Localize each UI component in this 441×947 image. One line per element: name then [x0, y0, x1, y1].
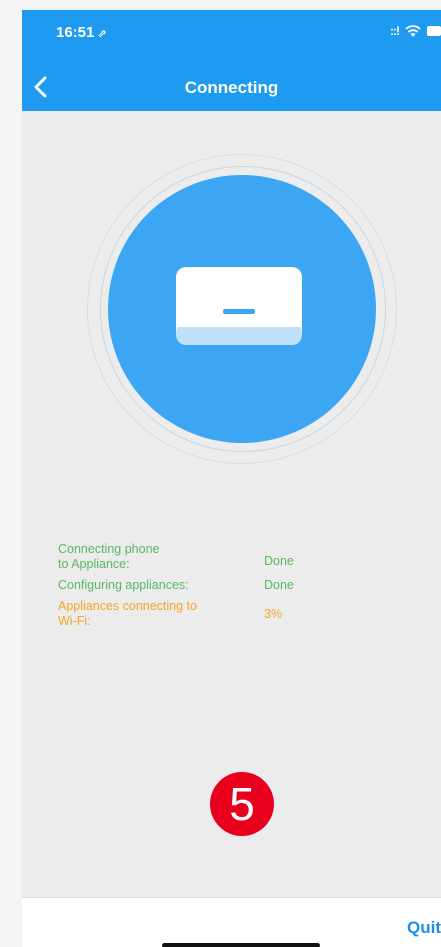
page-title: Connecting — [184, 78, 279, 97]
step-number-badge: 5 — [210, 772, 274, 836]
clock: 16:51 — [56, 24, 95, 41]
location-arrow-icon: ⇗ — [97, 28, 107, 40]
status-label: Configuring appliances: — [58, 578, 189, 592]
status-label-line: to Appliance: — [58, 557, 130, 571]
outer-frame-top — [0, 0, 441, 10]
connection-status-list: Connecting phone to Appliance: Done Conf… — [58, 542, 418, 635]
status-label: Appliances connecting to Wi-Fi: — [58, 599, 248, 629]
status-row-phone: Connecting phone to Appliance: Done — [58, 542, 418, 572]
phone-screen: 16:51⇗ ::! Connecting Connecting phone — [22, 10, 441, 947]
home-indicator[interactable] — [162, 943, 320, 947]
status-value: Done — [264, 578, 294, 592]
air-conditioner-icon — [176, 267, 302, 345]
battery-icon — [427, 26, 441, 36]
header-bar: 16:51 ⇗ ::! Connecting — [22, 10, 441, 111]
wifi-icon — [405, 25, 421, 37]
status-icons: ::! — [390, 24, 441, 38]
signal-icon: ::! — [390, 24, 400, 38]
status-value: Done — [264, 554, 294, 568]
status-label: Connecting phone to Appliance: — [58, 542, 248, 572]
status-label-line: Appliances connecting to — [58, 599, 197, 613]
status-label-line: Connecting phone — [58, 542, 160, 556]
outer-frame-left — [0, 0, 22, 947]
status-time: 16:51 ⇗ — [56, 24, 107, 41]
quit-button[interactable]: Quit — [407, 918, 441, 938]
status-label-line: Wi-Fi: — [58, 614, 91, 628]
bottom-bar: Quit — [22, 897, 441, 947]
status-row-configuring: Configuring appliances: Done — [58, 578, 418, 593]
status-row-wifi: Appliances connecting to Wi-Fi: 3% — [58, 599, 418, 629]
status-value: 3% — [264, 607, 283, 621]
